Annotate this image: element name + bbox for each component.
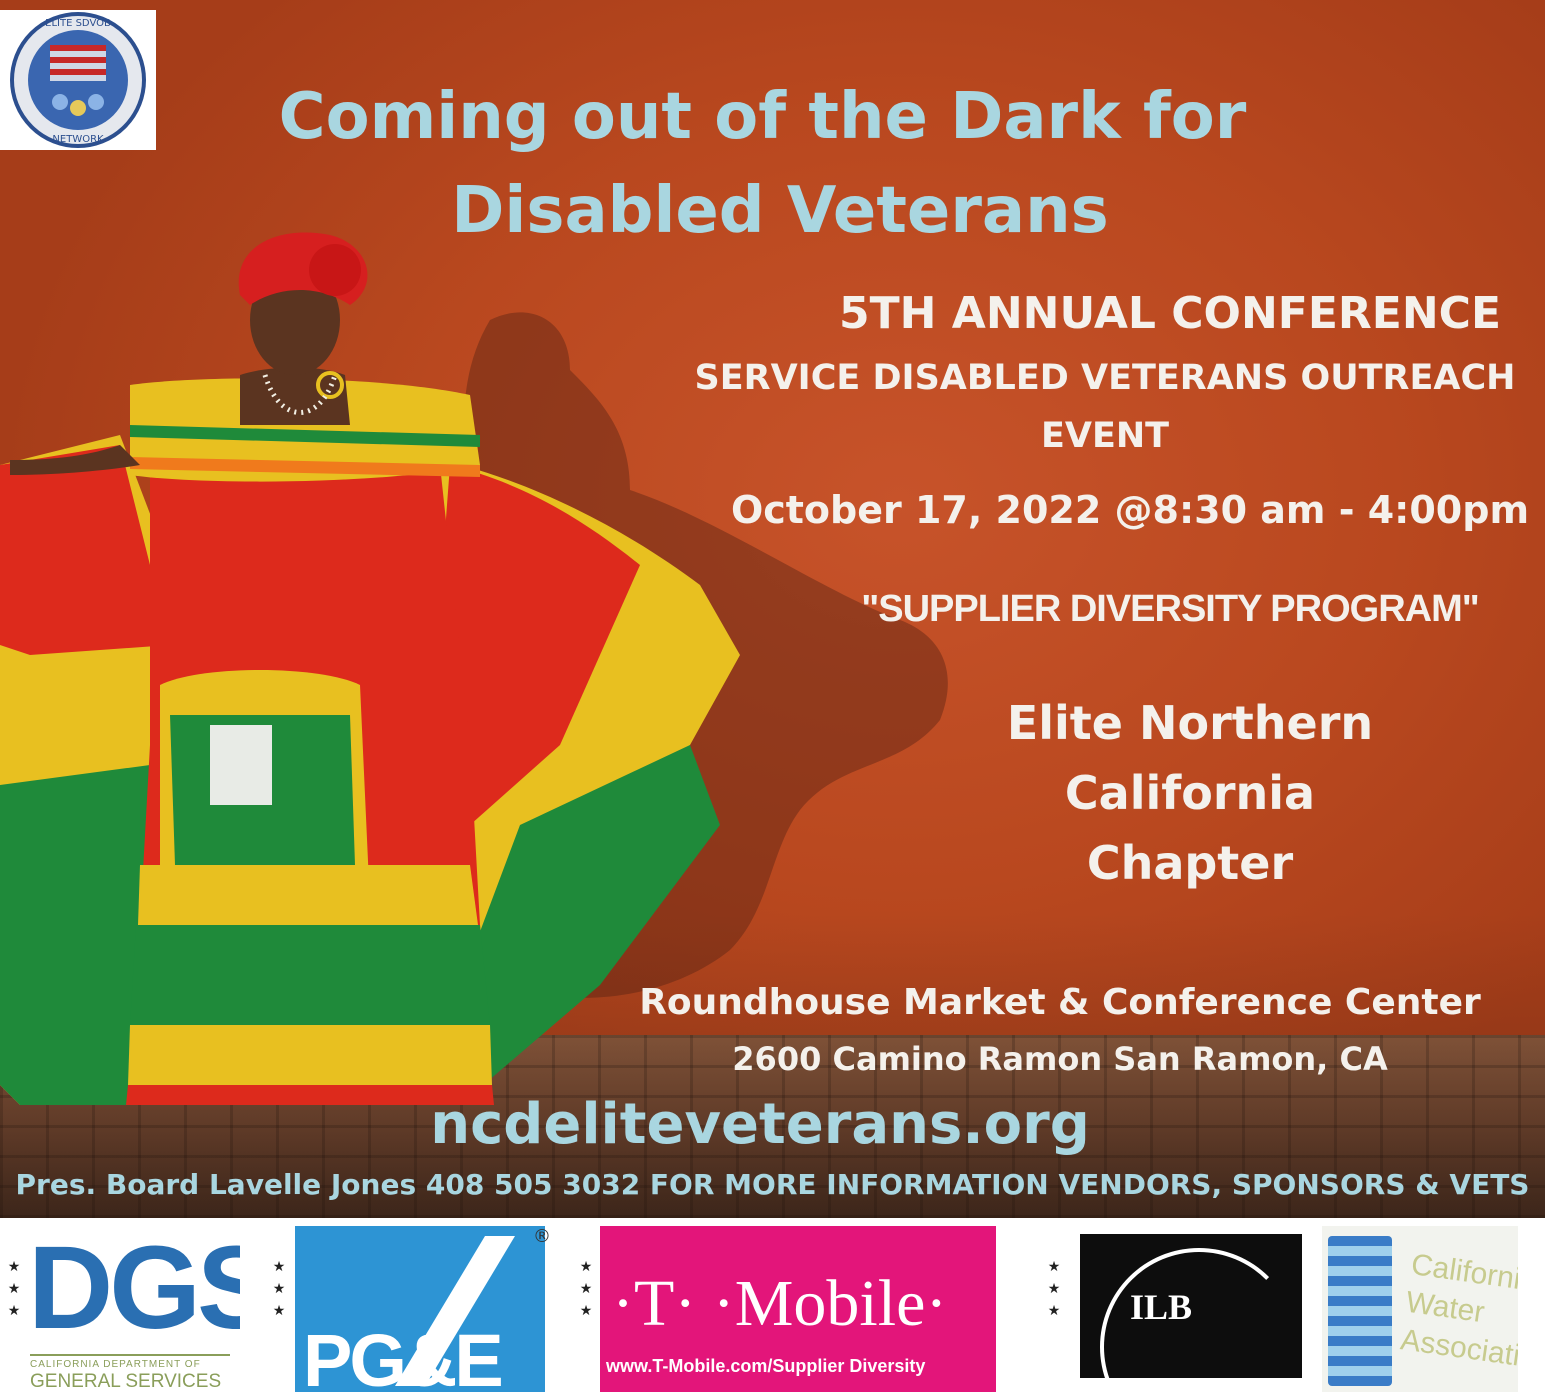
event-poster: ELITE SDVOB NETWORK Coming out of the Da… bbox=[0, 0, 1545, 1400]
chapter-line-1: Elite Northern bbox=[1006, 696, 1374, 750]
headline-line-1: Coming out of the Dark for bbox=[278, 80, 1247, 154]
dgs-divider bbox=[30, 1354, 230, 1356]
ilb-mark: ILB bbox=[1130, 1287, 1193, 1327]
headline-line-2: Disabled Veterans bbox=[451, 174, 1109, 248]
contact-info: Pres. Board Lavelle Jones 408 505 3032 F… bbox=[15, 1168, 1530, 1201]
pge-mark: PG&E bbox=[303, 1319, 504, 1392]
event-subtitle-line-2: EVENT bbox=[1040, 416, 1170, 456]
dgs-mark: DGS bbox=[28, 1226, 240, 1354]
ilb-logo: ★ ★ ★ ILB bbox=[1040, 1226, 1302, 1392]
cwa-logo: California Water Association bbox=[1322, 1226, 1518, 1392]
event-subtitle-line-1: SERVICE DISABLED VETERANS OUTREACH bbox=[694, 358, 1516, 398]
conference-label: 5TH ANNUAL CONFERENCE bbox=[839, 288, 1501, 339]
seal-ring-top: ELITE SDVOB bbox=[45, 18, 111, 29]
cwa-name: California Water Association bbox=[1398, 1246, 1518, 1380]
tmobile-mark: ·T· ·Mobile· bbox=[612, 1267, 948, 1340]
dgs-logo: ★ ★ ★ DGS CALIFORNIA DEPARTMENT OF GENER… bbox=[0, 1226, 240, 1392]
sponsor-logos-strip: ★ ★ ★ DGS CALIFORNIA DEPARTMENT OF GENER… bbox=[0, 1218, 1545, 1400]
program-name: "SUPPLIER DIVERSITY PROGRAM" bbox=[861, 588, 1480, 630]
stars-icon: ★ ★ ★ bbox=[272, 1259, 286, 1319]
venue-address: 2600 Camino Ramon San Ramon, CA bbox=[732, 1040, 1388, 1078]
chapter-line-2: California bbox=[1064, 766, 1316, 820]
dgs-subtitle-1: CALIFORNIA DEPARTMENT OF bbox=[30, 1359, 201, 1370]
pge-logo: ★ ★ ★ PG&E ® bbox=[265, 1226, 565, 1392]
dgs-subtitle-2: GENERAL SERVICES bbox=[30, 1371, 222, 1392]
stars-icon: ★ ★ ★ bbox=[1047, 1259, 1061, 1319]
website-link[interactable]: ncdeliteveterans.org bbox=[360, 1092, 1160, 1157]
venue-name: Roundhouse Market & Conference Center bbox=[639, 982, 1481, 1023]
stars-icon: ★ ★ ★ bbox=[7, 1259, 21, 1319]
tmobile-logo: ★ ★ ★ ·T· ·Mobile· www.T-Mobile.com/Supp… bbox=[572, 1226, 996, 1392]
water-waves-icon bbox=[1328, 1236, 1392, 1386]
registered-mark: ® bbox=[533, 1226, 551, 1247]
tmobile-url: www.T-Mobile.com/Supplier Diversity bbox=[606, 1356, 926, 1376]
stars-icon: ★ ★ ★ bbox=[579, 1259, 593, 1319]
chapter-line-3: Chapter bbox=[1086, 836, 1294, 890]
event-datetime: October 17, 2022 @8:30 am - 4:00pm bbox=[730, 488, 1530, 532]
